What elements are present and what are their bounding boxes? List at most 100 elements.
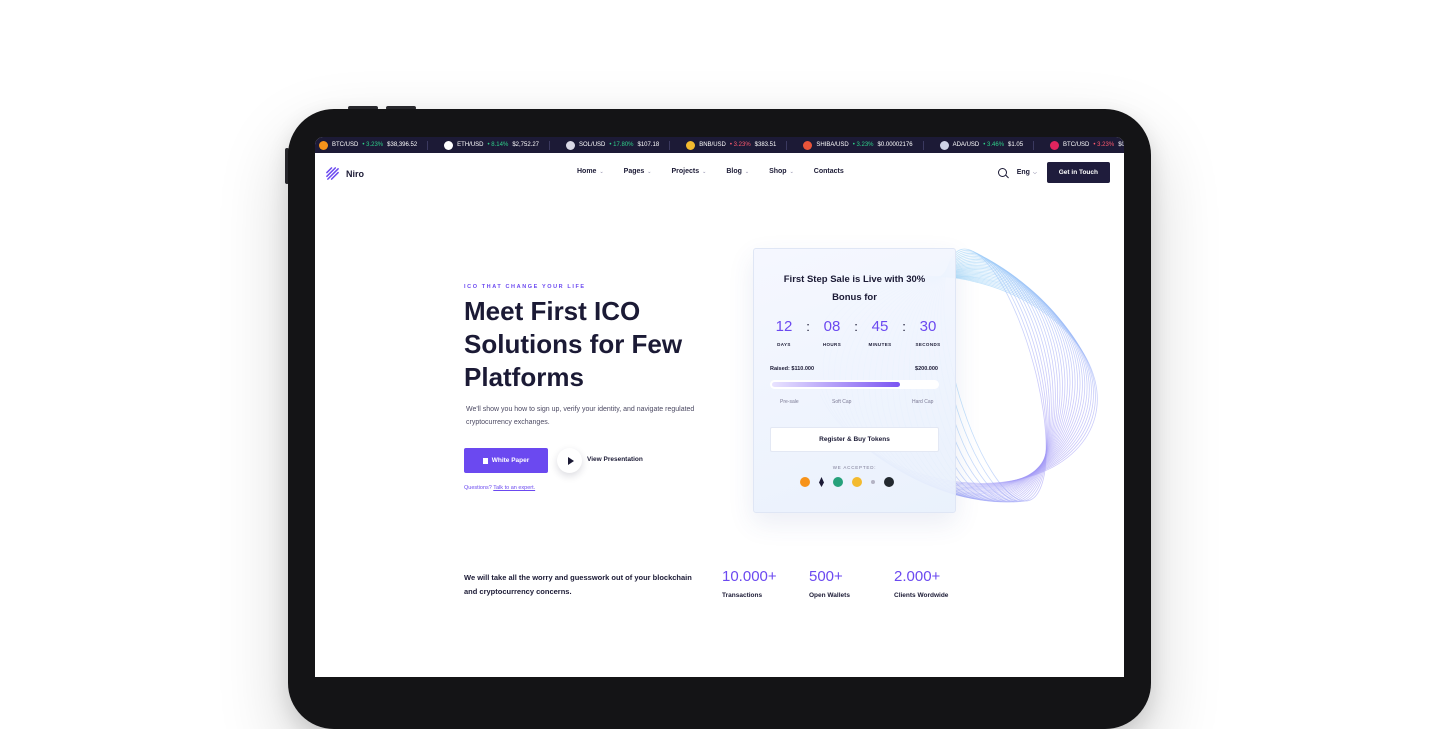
countdown-days: 12 DAYS [768,318,800,348]
logo-mark-icon [326,167,339,180]
chevron-down-icon: ⌄ [789,168,794,175]
language-label: Eng [1016,169,1030,176]
stat-value: 2.000+ [894,568,941,585]
coin-icon [803,140,813,150]
ticker-change: • 3.23% [1093,142,1115,148]
raised-row: Raised: $110.000 $200.000 [770,366,938,372]
ticker-item: BNB/USD • 3.23% $383.51 [686,140,788,150]
stat-value: 10.000+ [722,568,777,585]
ticker-item: SHIBA/USD • 3.23% $0.00002176 [803,140,924,150]
top-navigation: Niro Home ⌄ Pages ⌄ Projects ⌄ Blog ⌄ Shop ⌄ Conta… [315,153,1124,191]
view-presentation-link[interactable]: View Presentation [587,456,643,463]
countdown-label: HOURS [822,342,842,347]
ticker-item: ADA/USD • 3.46% $1.05 [939,140,1035,150]
menu-item-label: Projects [671,168,700,175]
get-in-touch-button[interactable]: Get in Touch [1046,162,1110,183]
hero-description: We'll show you how to sign up, verify yo… [466,406,695,426]
countdown-value: 12 [775,318,793,335]
ticker-price: $0.059 [1118,142,1124,148]
countdown-label: SECONDS [915,342,941,347]
ticker-price: $0.00002176 [877,142,913,148]
chevron-down-icon: ⌵ [1032,169,1037,176]
coin-icon [686,140,696,150]
binance-icon [852,477,862,487]
white-paper-button[interactable]: White Paper [464,448,548,473]
ticker-change: • 3.23% [729,142,751,148]
menu-item-contacts[interactable]: Contacts [814,168,844,175]
questions-text: Questions? [464,485,492,491]
hero-title: Meet First ICO Solutions for Few Platfor… [464,296,683,392]
countdown-separator: : [902,319,906,334]
menu-item-shop[interactable]: Shop ⌄ [769,168,794,175]
milestone-label: Pre-sale [780,399,799,405]
chevron-down-icon: ⌄ [744,168,750,175]
xrp-icon [884,477,894,487]
sale-title-text: First Step Sale is Live with 30% Bonus f… [783,274,926,303]
menu-item-label: Contacts [813,168,844,175]
ticker-divider [1033,140,1035,150]
play-icon[interactable] [557,448,582,473]
menu-item-label: Home [577,168,597,175]
brand-logo[interactable]: Niro [325,166,364,181]
price-ticker: BTC/USD • 3.23% $38,396.52 ETH/USD • 8.14% $2… [315,137,1124,153]
chevron-down-icon: ⌄ [647,168,652,175]
token-sale-card: First Step Sale is Live with 30% Bonus f… [753,248,956,513]
countdown-separator: : [854,319,858,334]
ticker-pair: SHIBA/USD [816,142,849,148]
coin-icon [1050,140,1060,150]
ticker-item: BTC/USD• 3.23%$0.059 [1050,140,1124,150]
menu-item-pages[interactable]: Pages ⌄ [624,168,652,175]
talk-to-expert-link[interactable]: Talk to an expert. [493,485,535,491]
search-icon[interactable] [997,168,1007,177]
accepted-label: WE ACCEPTED: [832,465,877,470]
countdown-minutes: 45 MINUTES [864,319,896,348]
countdown-timer: 12 DAYS:08 HOURS:45 MINUTES:30 SECONDS [768,318,944,348]
stats-tagline: We will take all the worry and guesswork… [464,573,692,596]
ticker-change: • 3.46% [983,142,1005,148]
ticker-price: $107.18 [637,142,660,148]
ticker-item: ETH/USD • 8.14% $2,752.27 [444,140,551,150]
menu-item-label: Blog [726,168,742,175]
stat-label: Clients Wordwide [894,592,949,599]
stat-clients: 2.000+ Clients Wordwide [894,568,949,600]
document-icon [482,457,488,464]
goal-amount: $200.000 [915,366,938,372]
ticker-item: SOL/USD • 17.80% $107.18 [566,140,671,150]
menu-item-label: Shop [769,168,787,175]
ticker-divider [549,140,551,150]
ticker-change-value: 3.23% [366,142,384,148]
countdown-label: MINUTES [868,342,892,347]
ticker-divider [669,140,671,150]
menu-item-projects[interactable]: Projects ⌄ [671,168,706,175]
ticker-price: $1.05 [1008,142,1024,148]
countdown-separator: : [806,319,810,334]
ticker-change: • 17.80% [609,142,634,148]
language-selector[interactable]: Eng ⌵ [1017,169,1037,176]
ticker-divider [922,140,924,150]
sale-progress-fill [772,382,901,387]
progress-milestones: Pre-sale Soft Cap Hard Cap [770,399,939,409]
ticker-change-value: 3.23% [1097,142,1115,148]
ethereum-icon [819,477,824,487]
sale-title: First Step Sale is Live with 30% Bonus f… [754,271,955,307]
questions-line: Questions? Talk to an expert. [464,485,535,491]
menu-item-home[interactable]: Home ⌄ [577,168,604,175]
hero-eyebrow: ICO THAT CHANGE YOUR LIFE [464,284,586,290]
menu-item-label: Pages [623,168,645,175]
coin-icon [939,140,949,150]
ticker-price: $2,752.27 [512,142,540,148]
stat-label: Transactions [722,592,763,599]
coin-icon [444,140,454,150]
accepted-coins [800,477,894,487]
raised-amount: Raised: $110.000 [770,366,815,372]
ticker-divider [427,140,429,150]
ticker-pair: ETH/USD [457,142,484,148]
sale-progress-bar [770,380,939,389]
countdown-seconds: 30 SECONDS [912,319,944,348]
chevron-down-icon: ⌄ [702,168,707,175]
menu-item-blog[interactable]: Blog ⌄ [726,168,749,175]
bitcoin-icon [800,477,810,487]
nav-actions: Eng ⌵ Get in Touch [997,162,1110,183]
main-menu: Home ⌄ Pages ⌄ Projects ⌄ Blog ⌄ Shop ⌄ Contacts [577,168,844,175]
register-buy-tokens-button[interactable]: Register & Buy Tokens [770,427,939,452]
